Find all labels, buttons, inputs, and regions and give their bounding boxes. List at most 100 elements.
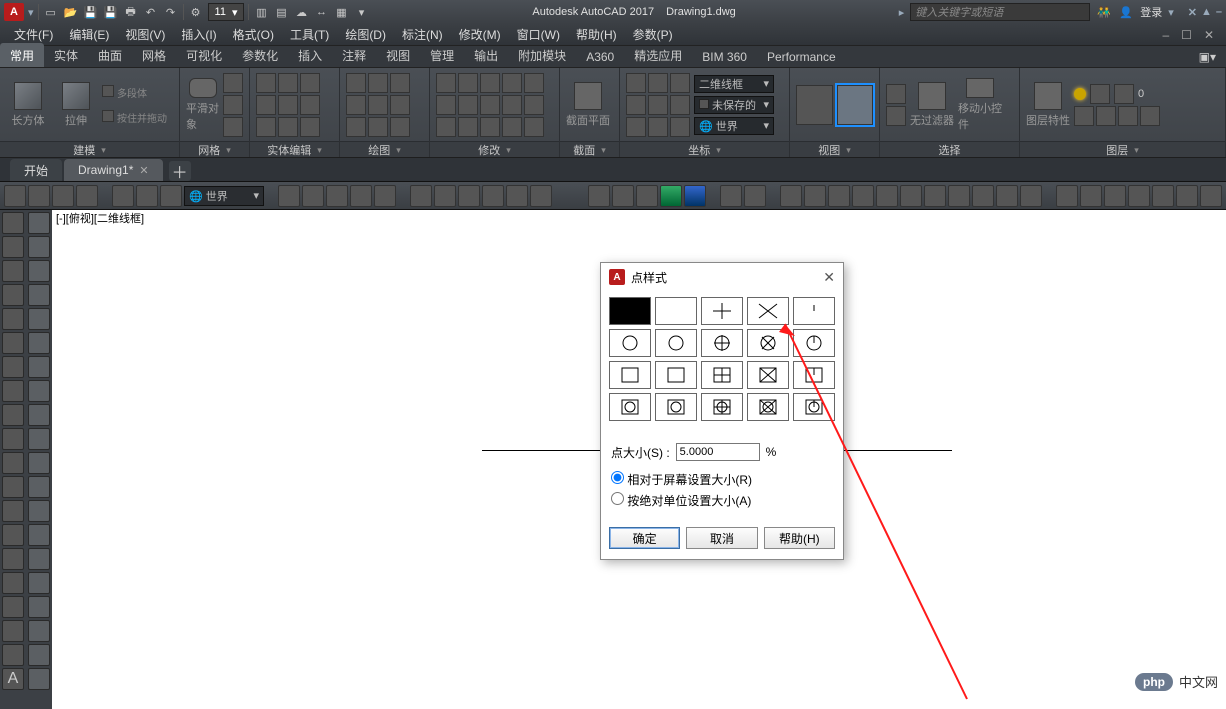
ptstyle-4[interactable] bbox=[793, 297, 835, 325]
aux-tool[interactable] bbox=[482, 185, 504, 207]
tool-icon[interactable] bbox=[28, 284, 50, 306]
aux-tool[interactable] bbox=[374, 185, 396, 207]
qat-icon[interactable]: ▥ bbox=[253, 4, 269, 20]
ucs-world-combo[interactable]: 🌐 世界▾ bbox=[694, 117, 774, 135]
layer-tool[interactable] bbox=[1096, 106, 1116, 126]
mod-tool[interactable] bbox=[480, 73, 500, 93]
mod-tool[interactable] bbox=[458, 117, 478, 137]
draw-tool[interactable] bbox=[390, 117, 410, 137]
se-tool[interactable] bbox=[256, 117, 276, 137]
aux-tool[interactable] bbox=[1128, 185, 1150, 207]
ptstyle-0[interactable] bbox=[609, 297, 651, 325]
aux-tool[interactable] bbox=[660, 185, 682, 207]
mesh-tool[interactable] bbox=[223, 73, 243, 93]
se-tool[interactable] bbox=[300, 73, 320, 93]
qat-icon[interactable]: ▾ bbox=[353, 4, 369, 20]
ucs-tool[interactable] bbox=[626, 95, 646, 115]
aux-tool[interactable] bbox=[350, 185, 372, 207]
layer-tool[interactable] bbox=[1118, 106, 1138, 126]
mod-tool[interactable] bbox=[524, 73, 544, 93]
ok-button[interactable]: 确定 bbox=[609, 527, 680, 549]
qat-icon[interactable]: ▦ bbox=[333, 4, 349, 20]
ptstyle-6[interactable] bbox=[655, 329, 697, 357]
mod-tool[interactable] bbox=[458, 95, 478, 115]
mod-tool[interactable] bbox=[502, 95, 522, 115]
dim-icon[interactable] bbox=[2, 548, 24, 570]
tool-icon[interactable] bbox=[28, 356, 50, 378]
qat-icon[interactable]: ↔ bbox=[313, 4, 329, 20]
extrude-button[interactable]: 拉伸 bbox=[54, 78, 98, 132]
ref-icon[interactable] bbox=[2, 524, 24, 546]
menu-modify[interactable]: 修改(M) bbox=[451, 26, 509, 43]
draw-tool[interactable] bbox=[346, 117, 366, 137]
workspace-selector[interactable]: 11 ▾ bbox=[208, 3, 245, 21]
se-tool[interactable] bbox=[300, 117, 320, 137]
aux-tool[interactable] bbox=[924, 185, 946, 207]
mod-tool[interactable] bbox=[524, 95, 544, 115]
ptstyle-18[interactable] bbox=[747, 393, 789, 421]
tab-output[interactable]: 输出 bbox=[464, 43, 508, 67]
ptstyle-9[interactable] bbox=[793, 329, 835, 357]
draw-tool[interactable] bbox=[390, 95, 410, 115]
aux-tool[interactable] bbox=[1152, 185, 1174, 207]
section-button[interactable]: 截面平面 bbox=[566, 78, 610, 132]
tool-icon[interactable] bbox=[28, 668, 50, 690]
gizmo-button[interactable]: 移动小控件 bbox=[958, 78, 1002, 132]
aux-tool[interactable] bbox=[1176, 185, 1198, 207]
qat-icon[interactable]: ☁ bbox=[293, 4, 309, 20]
text-icon[interactable] bbox=[2, 452, 24, 474]
login-link[interactable]: 登录 bbox=[1140, 4, 1162, 20]
aux-tool[interactable] bbox=[900, 185, 922, 207]
mesh-tool[interactable] bbox=[223, 95, 243, 115]
aux-tool[interactable] bbox=[1080, 185, 1102, 207]
box-button[interactable]: 长方体 bbox=[6, 78, 50, 132]
add-tab-button[interactable]: ＋ bbox=[169, 161, 191, 181]
tab-a360[interactable]: A360 bbox=[576, 46, 624, 67]
tab-bim360[interactable]: BIM 360 bbox=[692, 46, 757, 67]
pan-icon[interactable] bbox=[410, 185, 432, 207]
se-tool[interactable] bbox=[278, 73, 298, 93]
help-search[interactable]: 键入关键字或短语 bbox=[910, 3, 1090, 21]
tool-icon[interactable] bbox=[2, 596, 24, 618]
aux-tool[interactable] bbox=[720, 185, 742, 207]
presspull-button[interactable]: 按住并拖动 bbox=[102, 110, 167, 125]
aux-tool[interactable] bbox=[1056, 185, 1078, 207]
aux-tool[interactable] bbox=[28, 185, 50, 207]
cancel-button[interactable]: 取消 bbox=[686, 527, 757, 549]
draw-tool[interactable] bbox=[346, 95, 366, 115]
tool-icon[interactable] bbox=[28, 260, 50, 282]
mod-tool[interactable] bbox=[458, 73, 478, 93]
tab-surface[interactable]: 曲面 bbox=[88, 43, 132, 67]
tool-icon[interactable] bbox=[28, 452, 50, 474]
aux-tool[interactable] bbox=[852, 185, 874, 207]
tool-icon[interactable] bbox=[28, 500, 50, 522]
tool-icon[interactable] bbox=[2, 620, 24, 642]
draw-tool[interactable] bbox=[390, 73, 410, 93]
circle-icon[interactable] bbox=[2, 284, 24, 306]
tool-icon[interactable] bbox=[28, 476, 50, 498]
draw-tool[interactable] bbox=[368, 117, 388, 137]
qat-icon[interactable]: ▤ bbox=[273, 4, 289, 20]
ptstyle-7[interactable] bbox=[701, 329, 743, 357]
minimize-icon[interactable]: – bbox=[1216, 6, 1222, 19]
ucs-tool[interactable] bbox=[670, 95, 690, 115]
mdi-minimize-icon[interactable]: – bbox=[1156, 28, 1175, 42]
help-icon[interactable]: ▲ bbox=[1201, 6, 1212, 19]
mdi-restore-icon[interactable]: ☐ bbox=[1175, 28, 1198, 42]
draw-tool[interactable] bbox=[346, 73, 366, 93]
aux-tool[interactable] bbox=[876, 185, 898, 207]
exchange-icon[interactable]: ✕ bbox=[1188, 6, 1197, 19]
mdi-close-icon[interactable]: ✕ bbox=[1198, 28, 1220, 42]
aux-tool[interactable] bbox=[612, 185, 634, 207]
radio-relative[interactable]: 相对于屏幕设置大小(R) bbox=[611, 471, 752, 488]
tool-icon[interactable] bbox=[2, 644, 24, 666]
tab-addons[interactable]: 附加模块 bbox=[508, 43, 576, 67]
ucs-tool[interactable] bbox=[648, 117, 668, 137]
leader-icon[interactable] bbox=[2, 572, 24, 594]
sel-tool[interactable] bbox=[886, 106, 906, 126]
menu-format[interactable]: 格式(O) bbox=[225, 26, 282, 43]
undo-icon[interactable]: ↶ bbox=[143, 4, 159, 20]
tab-perf[interactable]: Performance bbox=[757, 46, 846, 67]
draw-tool[interactable] bbox=[368, 73, 388, 93]
tool-icon[interactable] bbox=[28, 548, 50, 570]
